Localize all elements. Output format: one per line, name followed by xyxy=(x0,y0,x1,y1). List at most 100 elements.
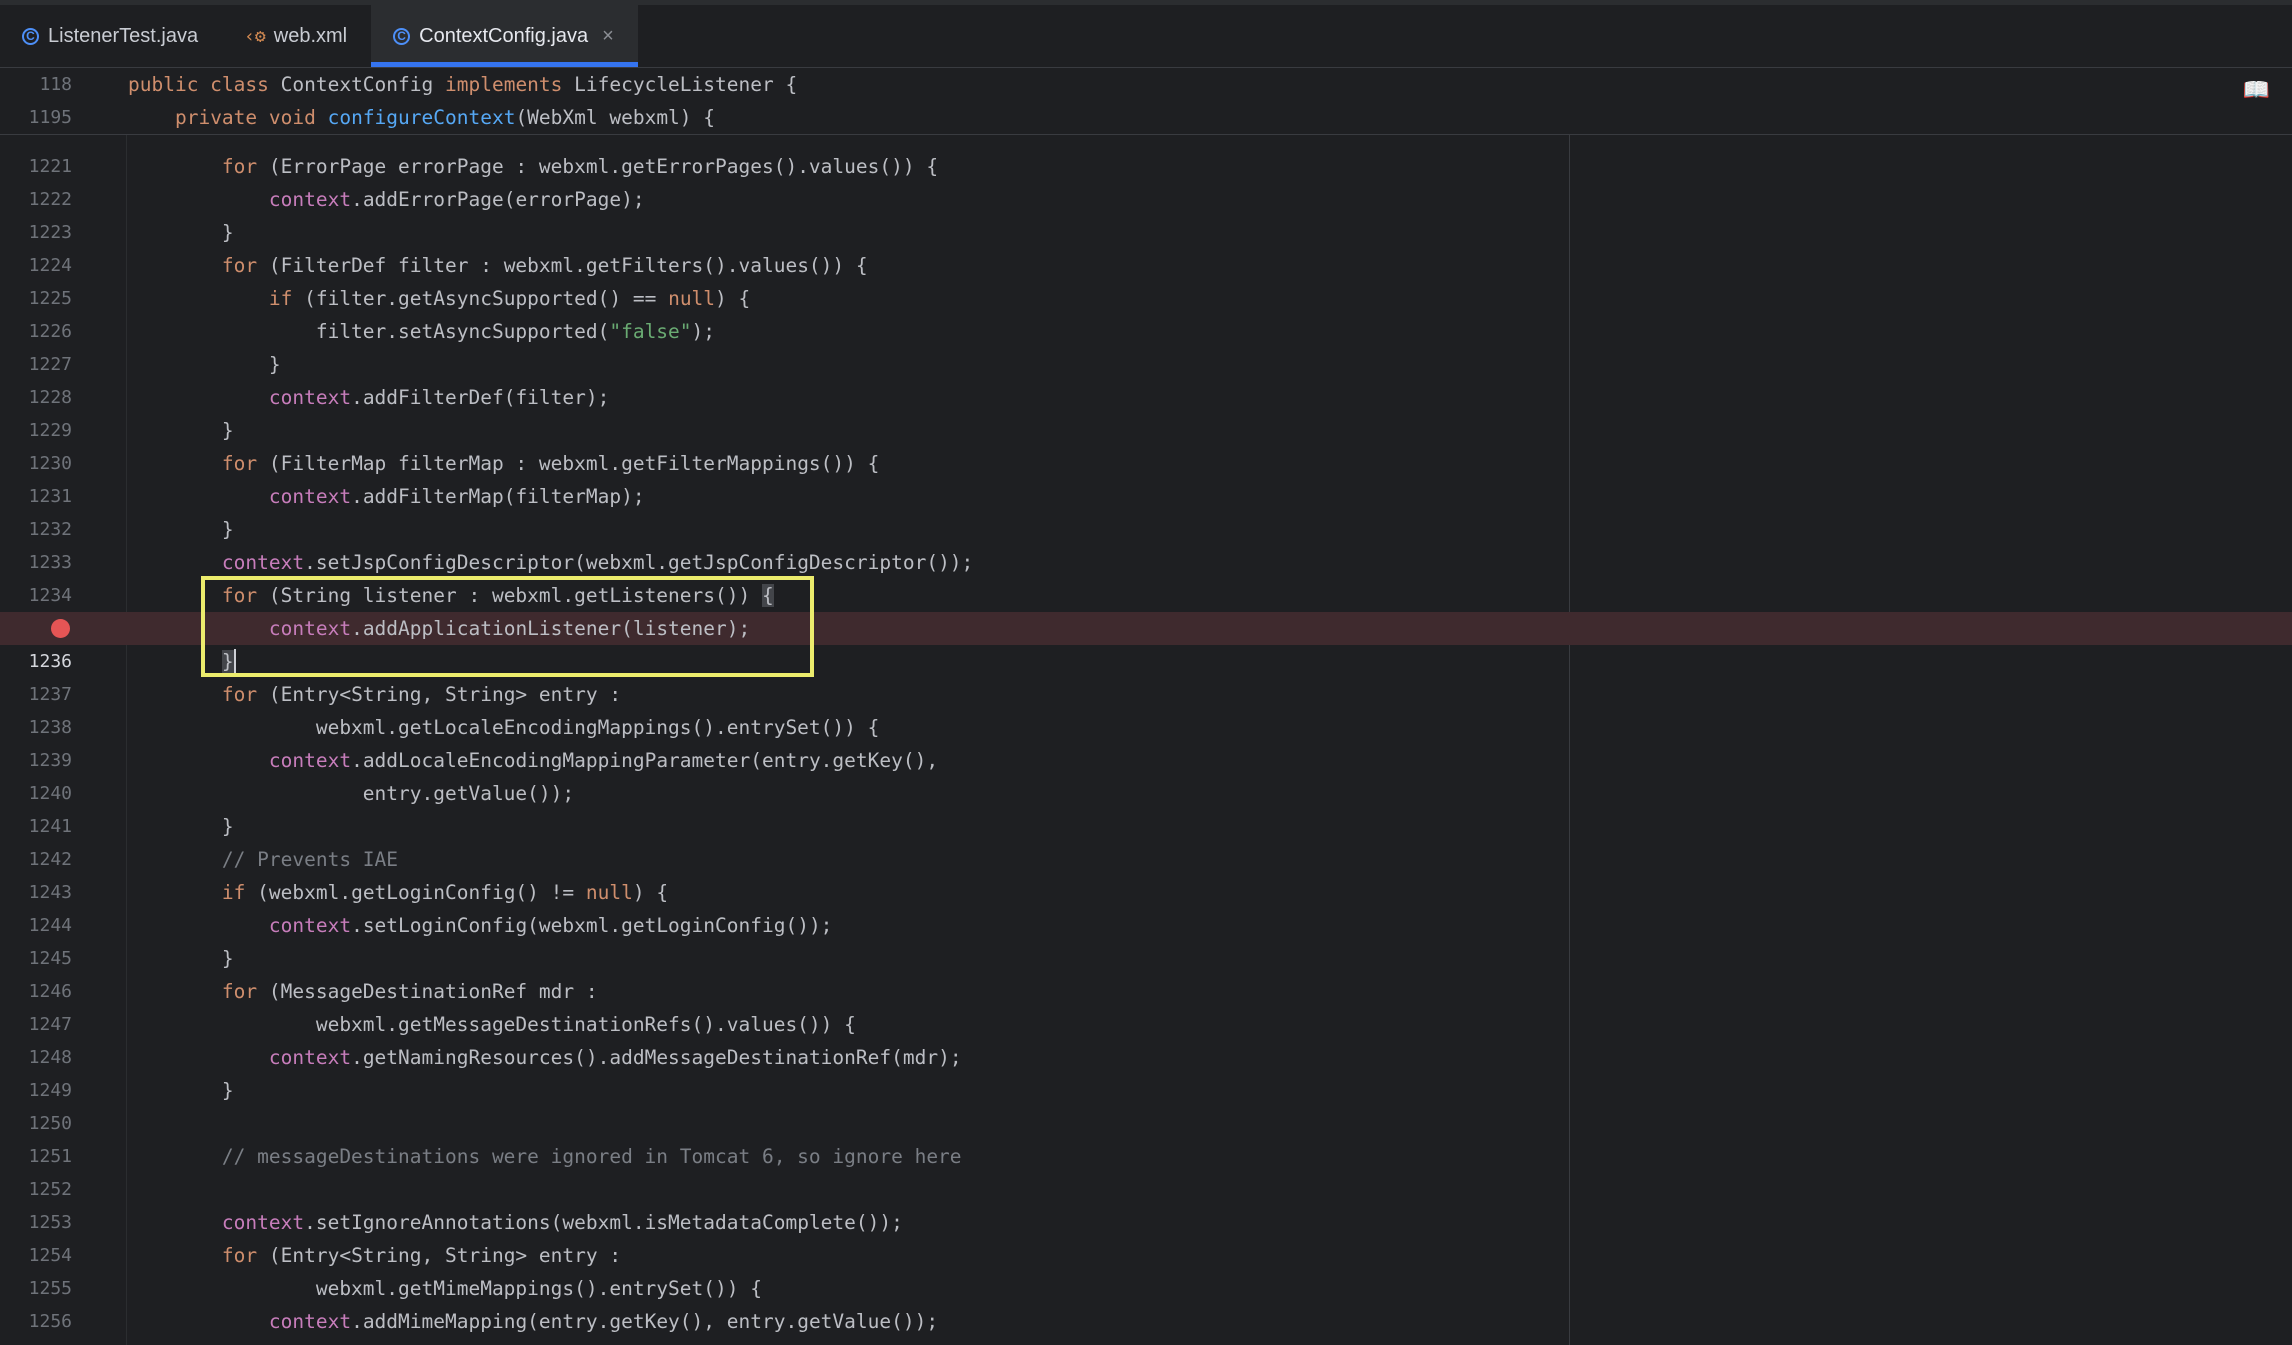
code-line[interactable]: 1256 context.addMimeMapping(entry.getKey… xyxy=(0,1305,2292,1338)
breakpoint-icon[interactable] xyxy=(51,619,70,638)
line-number[interactable]: 1236 xyxy=(0,645,72,678)
line-number[interactable]: 1231 xyxy=(0,480,72,513)
line-number[interactable]: 1237 xyxy=(0,678,72,711)
line-number[interactable]: 1239 xyxy=(0,744,72,777)
line-number[interactable]: 1242 xyxy=(0,843,72,876)
code-editor[interactable]: 📖 118 public class ContextConfig implemen… xyxy=(0,68,2292,1345)
line-number[interactable]: 1246 xyxy=(0,975,72,1008)
line-number[interactable]: 1255 xyxy=(0,1272,72,1305)
text-caret xyxy=(233,649,236,673)
line-number[interactable]: 1222 xyxy=(0,183,72,216)
code-line[interactable]: 1232 } xyxy=(0,513,2292,546)
line-number[interactable]: 1254 xyxy=(0,1239,72,1272)
code-line[interactable]: context.addApplicationListener(listener)… xyxy=(0,612,2292,645)
line-number[interactable]: 1226 xyxy=(0,315,72,348)
code-line[interactable]: 1224 for (FilterDef filter : webxml.getF… xyxy=(0,249,2292,282)
code-line[interactable]: 1247 webxml.getMessageDestinationRefs().… xyxy=(0,1008,2292,1041)
code-line[interactable]: 1225 if (filter.getAsyncSupported() == n… xyxy=(0,282,2292,315)
line-number[interactable]: 1227 xyxy=(0,348,72,381)
line-number[interactable]: 1229 xyxy=(0,414,72,447)
line-number[interactable]: 1251 xyxy=(0,1140,72,1173)
code-line[interactable]: 1239 context.addLocaleEncodingMappingPar… xyxy=(0,744,2292,777)
line-number[interactable]: 1248 xyxy=(0,1041,72,1074)
code-line[interactable]: 1238 webxml.getLocaleEncodingMappings().… xyxy=(0,711,2292,744)
code-token: if xyxy=(268,287,305,310)
line-number[interactable]: 1241 xyxy=(0,810,72,843)
code-text: if (filter.getAsyncSupported() == null) … xyxy=(128,282,750,315)
reader-mode-icon[interactable]: 📖 xyxy=(2243,78,2270,103)
code-line[interactable]: 1251 // messageDestinations were ignored… xyxy=(0,1140,2292,1173)
line-number[interactable]: 1233 xyxy=(0,546,72,579)
code-text: filter.setAsyncSupported("false"); xyxy=(128,315,715,348)
code-line[interactable]: 1230 for (FilterMap filterMap : webxml.g… xyxy=(0,447,2292,480)
line-number[interactable]: 1245 xyxy=(0,942,72,975)
code-line[interactable]: 1252 xyxy=(0,1173,2292,1206)
line-number[interactable]: 1243 xyxy=(0,876,72,909)
code-text: context.setIgnoreAnnotations(webxml.isMe… xyxy=(128,1206,903,1239)
code-line[interactable]: 1246 for (MessageDestinationRef mdr : xyxy=(0,975,2292,1008)
code-text: context.getNamingResources().addMessageD… xyxy=(128,1041,962,1074)
code-line[interactable]: 1248 context.getNamingResources().addMes… xyxy=(0,1041,2292,1074)
code-token: } xyxy=(128,815,234,838)
line-number[interactable]: 1224 xyxy=(0,249,72,282)
code-line[interactable]: 1242 // Prevents IAE xyxy=(0,843,2292,876)
code-line[interactable]: 1222 context.addErrorPage(errorPage); xyxy=(0,183,2292,216)
code-line[interactable]: 1243 if (webxml.getLoginConfig() != null… xyxy=(0,876,2292,909)
code-line[interactable]: 1250 xyxy=(0,1107,2292,1140)
code-line[interactable]: 1233 context.setJspConfigDescriptor(webx… xyxy=(0,546,2292,579)
code-line[interactable]: 1244 context.setLoginConfig(webxml.getLo… xyxy=(0,909,2292,942)
code-line[interactable]: 1245 } xyxy=(0,942,2292,975)
line-number[interactable]: 1244 xyxy=(0,909,72,942)
line-number[interactable]: 1253 xyxy=(0,1206,72,1239)
code-line[interactable]: 118 public class ContextConfig implements… xyxy=(0,68,2292,101)
line-number[interactable]: 118 xyxy=(0,68,72,101)
code-line[interactable]: 1195 private void configureContext(WebXm… xyxy=(0,101,2292,134)
code-line[interactable]: 1237 for (Entry<String, String> entry : xyxy=(0,678,2292,711)
line-number[interactable]: 1252 xyxy=(0,1173,72,1206)
line-number[interactable]: 1221 xyxy=(0,150,72,183)
code-text: entry.getValue()); xyxy=(128,777,574,810)
code-line[interactable]: 1240 entry.getValue()); xyxy=(0,777,2292,810)
tab-listenertest[interactable]: C ListenerTest.java xyxy=(0,5,222,67)
code-text: context.addApplicationListener(listener)… xyxy=(128,612,750,645)
code-text: } xyxy=(128,348,281,381)
code-line[interactable]: 1228 context.addFilterDef(filter); xyxy=(0,381,2292,414)
tab-contextconfig[interactable]: C ContextConfig.java × xyxy=(371,5,638,67)
close-icon[interactable]: × xyxy=(602,25,614,48)
line-number[interactable]: 1225 xyxy=(0,282,72,315)
code-token: if xyxy=(221,881,258,904)
code-line[interactable]: 1241 } xyxy=(0,810,2292,843)
code-text: } xyxy=(128,942,234,975)
code-line[interactable]: 1254 for (Entry<String, String> entry : xyxy=(0,1239,2292,1272)
line-number[interactable]: 1195 xyxy=(0,101,72,134)
sticky-scroll-header[interactable]: 📖 118 public class ContextConfig implemen… xyxy=(0,68,2292,135)
code-line[interactable]: 1229 } xyxy=(0,414,2292,447)
line-number[interactable]: 1232 xyxy=(0,513,72,546)
code-line[interactable]: 1227 } xyxy=(0,348,2292,381)
code-token: for xyxy=(221,155,269,178)
code-line[interactable]: 1226 filter.setAsyncSupported("false"); xyxy=(0,315,2292,348)
line-number[interactable]: 1223 xyxy=(0,216,72,249)
line-number[interactable]: 1240 xyxy=(0,777,72,810)
line-number[interactable]: 1238 xyxy=(0,711,72,744)
code-line[interactable]: 1234 for (String listener : webxml.getLi… xyxy=(0,579,2292,612)
code-line[interactable]: 1231 context.addFilterMap(filterMap); xyxy=(0,480,2292,513)
code-line[interactable]: 1236 } xyxy=(0,645,2292,678)
line-number[interactable]: 1250 xyxy=(0,1107,72,1140)
code-line[interactable]: 1255 webxml.getMimeMappings().entrySet()… xyxy=(0,1272,2292,1305)
line-number[interactable]: 1247 xyxy=(0,1008,72,1041)
line-number[interactable]: 1256 xyxy=(0,1305,72,1338)
tab-web-xml[interactable]: ‹⚙ web.xml xyxy=(222,5,371,67)
line-number[interactable]: 1249 xyxy=(0,1074,72,1107)
code-line[interactable]: 1249 } xyxy=(0,1074,2292,1107)
code-line[interactable]: 1223 } xyxy=(0,216,2292,249)
line-number[interactable]: 1228 xyxy=(0,381,72,414)
code-line[interactable]: 1253 context.setIgnoreAnnotations(webxml… xyxy=(0,1206,2292,1239)
line-number[interactable]: 1230 xyxy=(0,447,72,480)
line-number[interactable]: 1234 xyxy=(0,579,72,612)
code-text: webxml.getMimeMappings().entrySet()) { xyxy=(128,1272,762,1305)
code-line[interactable]: 1221 for (ErrorPage errorPage : webxml.g… xyxy=(0,150,2292,183)
